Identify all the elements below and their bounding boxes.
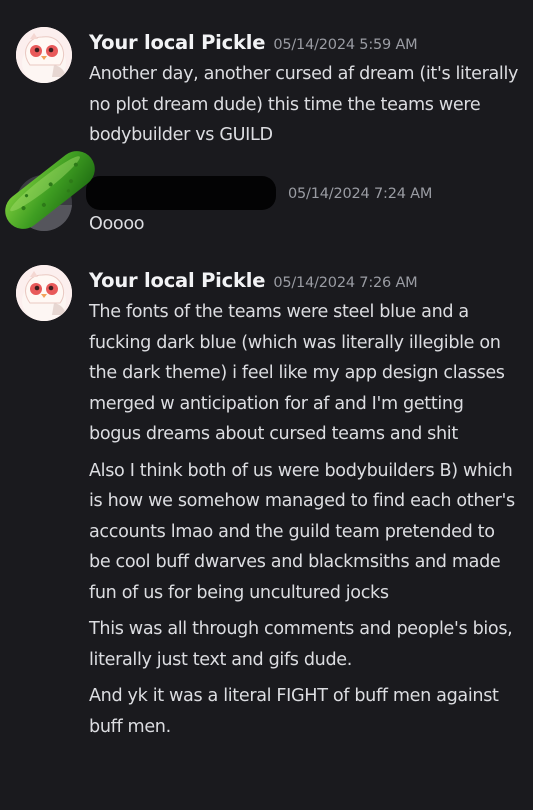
message-text: Another day, another cursed af dream (it…	[89, 59, 519, 157]
timestamp: 05/14/2024 7:24 AM	[288, 186, 433, 202]
timestamp: 05/14/2024 7:26 AM	[273, 275, 418, 291]
user-avatar[interactable]	[16, 27, 72, 83]
user-avatar[interactable]	[16, 265, 72, 321]
redacted-username	[86, 176, 276, 210]
username[interactable]: Your local Pickle	[89, 31, 266, 54]
cucumber-sticker	[0, 140, 104, 244]
cucumber-icon	[5, 151, 95, 229]
message-line: Ooooo	[89, 214, 145, 234]
message-line: The fonts of the teams were steel blue a…	[89, 302, 505, 444]
message-header: Your local Pickle 05/14/2024 5:59 AM	[89, 31, 418, 57]
pickle-bird-avatar-icon	[16, 265, 72, 321]
message-header: Your local Pickle 05/14/2024 7:26 AM	[89, 269, 418, 295]
message-text: Ooooo	[89, 209, 519, 246]
pickle-bird-avatar-icon	[16, 27, 72, 83]
username[interactable]: Your local Pickle	[89, 269, 266, 292]
chat-log: Your local Pickle 05/14/2024 5:59 AM Anot…	[0, 0, 533, 810]
message-line: And yk it was a literal FIGHT of buff me…	[89, 686, 499, 737]
message-line: Another day, another cursed af dream (it…	[89, 64, 519, 145]
message-line: This was all through comments and people…	[89, 619, 513, 670]
message-line: Also I think both of us were bodybuilder…	[89, 460, 515, 603]
message-text: The fonts of the teams were steel blue a…	[89, 297, 519, 748]
timestamp: 05/14/2024 5:59 AM	[273, 37, 418, 53]
